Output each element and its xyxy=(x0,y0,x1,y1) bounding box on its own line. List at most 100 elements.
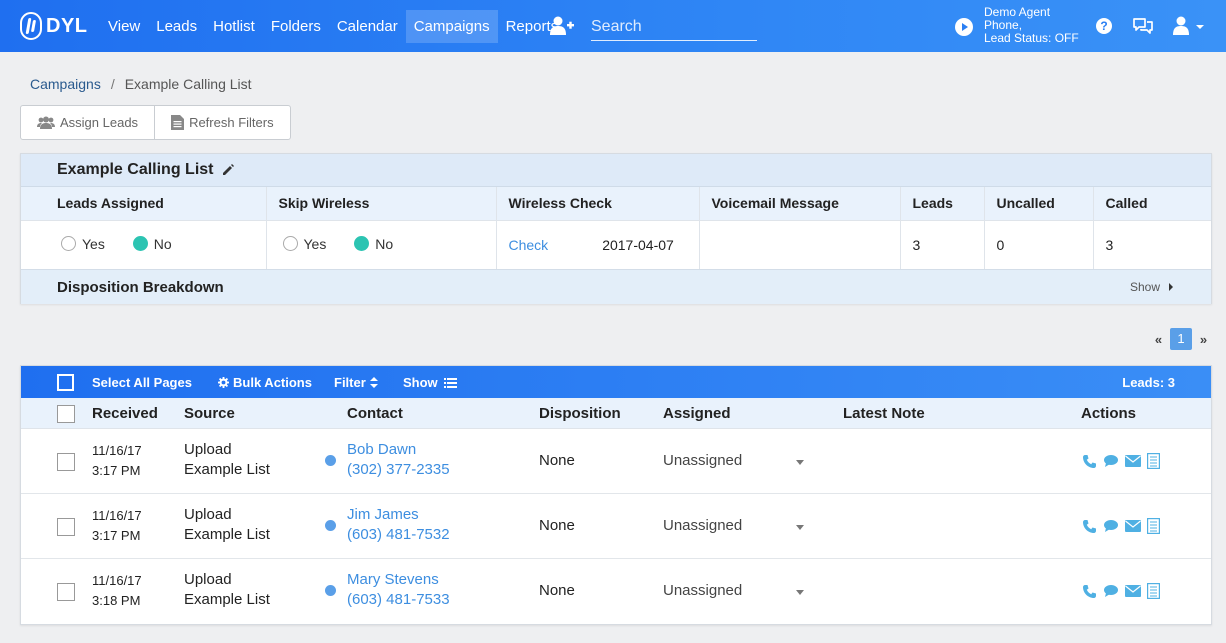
help-icon[interactable]: ? xyxy=(1096,18,1112,34)
pagination-prev[interactable]: « xyxy=(1150,332,1167,347)
breadcrumb-campaigns[interactable]: Campaigns xyxy=(30,76,101,92)
select-all-checkbox[interactable] xyxy=(57,374,74,391)
chat-icon[interactable] xyxy=(1133,17,1153,35)
chat-bubble-icon[interactable] xyxy=(1103,454,1119,468)
column-received[interactable]: Received xyxy=(92,405,158,422)
notes-icon[interactable] xyxy=(1147,518,1160,534)
skip-wireless-no-radio[interactable]: No xyxy=(354,236,393,252)
source-type: Upload xyxy=(184,441,232,458)
leads-assigned-no-radio[interactable]: No xyxy=(132,236,172,252)
refresh-filters-button[interactable]: Refresh Filters xyxy=(154,106,290,139)
leads-table: Select All Pages Bulk Actions Filter Sho… xyxy=(20,365,1212,625)
radio-circle-selected xyxy=(354,236,370,251)
search-field xyxy=(591,16,757,41)
disposition-show-toggle[interactable]: Show xyxy=(1130,280,1173,294)
radio-label: No xyxy=(375,235,394,252)
radio-circle xyxy=(61,236,76,251)
nav-item-folders[interactable]: Folders xyxy=(263,10,329,43)
phone-icon[interactable] xyxy=(1082,519,1097,534)
select-all-pages[interactable]: Select All Pages xyxy=(92,375,192,390)
lead-status: Lead Status: OFF xyxy=(984,31,1079,45)
phone-icon[interactable] xyxy=(1082,584,1097,599)
header-called: Called xyxy=(1093,187,1211,221)
leads-count-cell: 3 xyxy=(900,220,985,269)
chevron-down-icon[interactable] xyxy=(796,460,804,465)
leads-assigned-yes-radio[interactable]: Yes xyxy=(61,236,105,252)
header-leads-assigned: Leads Assigned xyxy=(21,187,267,221)
notes-icon[interactable] xyxy=(1147,583,1160,599)
bulk-actions-menu[interactable]: Bulk Actions xyxy=(218,375,312,390)
column-disposition[interactable]: Disposition xyxy=(539,405,621,422)
contact-phone-link[interactable]: (603) 481-7532 xyxy=(347,525,450,545)
row-checkbox[interactable] xyxy=(57,583,75,601)
email-icon[interactable] xyxy=(1125,585,1141,597)
main-nav: View Leads Hotlist Folders Calendar Camp… xyxy=(100,10,566,43)
pagination: « 1 » xyxy=(1150,328,1212,350)
leads-table-header: Received Source Contact Disposition Assi… xyxy=(21,398,1211,429)
received-time: 3:18 PM xyxy=(92,593,141,608)
source-list: Example List xyxy=(184,591,270,608)
header-skip-wireless: Skip Wireless xyxy=(266,187,497,221)
filter-label: Filter xyxy=(334,375,366,390)
bulk-actions-label: Bulk Actions xyxy=(233,375,312,390)
nav-item-calendar[interactable]: Calendar xyxy=(329,10,406,43)
column-source[interactable]: Source xyxy=(184,405,235,422)
contact-phone-link[interactable]: (302) 377-2335 xyxy=(347,460,450,480)
source-type: Upload xyxy=(184,571,232,588)
row-checkbox[interactable] xyxy=(57,518,75,536)
source-cell: Upload Example List xyxy=(184,440,270,480)
chevron-down-icon[interactable] xyxy=(796,590,804,595)
source-list: Example List xyxy=(184,461,270,478)
agent-status[interactable]: Demo Agent Phone, Lead Status: OFF xyxy=(984,6,1084,45)
column-contact[interactable]: Contact xyxy=(347,405,403,422)
disposition-cell: None xyxy=(539,452,575,469)
refresh-filters-label: Refresh Filters xyxy=(189,115,274,130)
contact-name-link[interactable]: Jim James xyxy=(347,505,450,525)
chevron-down-icon[interactable] xyxy=(796,525,804,530)
breadcrumb: Campaigns / Example Calling List xyxy=(30,76,252,92)
pencil-icon[interactable] xyxy=(222,164,235,176)
chat-bubble-icon[interactable] xyxy=(1103,519,1119,533)
email-icon[interactable] xyxy=(1125,455,1141,467)
called-count-cell: 3 xyxy=(1105,236,1114,253)
received-date: 11/16/17 xyxy=(92,573,142,588)
show-menu[interactable]: Show xyxy=(403,375,457,390)
row-checkbox[interactable] xyxy=(57,453,75,471)
disposition-breakdown-bar[interactable]: Disposition Breakdown Show xyxy=(21,269,1211,304)
skip-wireless-yes-radio[interactable]: Yes xyxy=(282,236,326,252)
email-icon[interactable] xyxy=(1125,520,1141,532)
filter-menu[interactable]: Filter xyxy=(334,375,378,390)
header-checkbox[interactable] xyxy=(57,405,75,423)
leads-count: Leads: 3 xyxy=(1122,375,1175,390)
row-actions xyxy=(1082,518,1166,534)
nav-item-view[interactable]: View xyxy=(100,10,148,43)
received-time: 3:17 PM xyxy=(92,528,141,543)
notes-icon[interactable] xyxy=(1147,453,1160,469)
table-row: 11/16/17 3:17 PM Upload Example List Jim… xyxy=(21,494,1211,559)
assign-leads-button[interactable]: Assign Leads xyxy=(21,106,154,139)
nav-item-leads[interactable]: Leads xyxy=(148,10,205,43)
column-latest-note[interactable]: Latest Note xyxy=(843,405,925,422)
contact-name-link[interactable]: Mary Stevens xyxy=(347,570,450,590)
chat-bubble-icon[interactable] xyxy=(1103,584,1119,598)
contact-name-link[interactable]: Bob Dawn xyxy=(347,440,450,460)
dyl-logo[interactable]: DYL xyxy=(20,11,88,41)
pagination-next[interactable]: » xyxy=(1195,332,1212,347)
row-actions xyxy=(1082,453,1166,469)
contact-phone-link[interactable]: (603) 481-7533 xyxy=(347,590,450,610)
search-input[interactable] xyxy=(591,16,757,38)
campaign-title-bar: Example Calling List xyxy=(21,154,1211,187)
play-icon[interactable] xyxy=(955,18,973,36)
pagination-page-1[interactable]: 1 xyxy=(1170,328,1192,350)
user-menu-icon[interactable] xyxy=(1173,16,1205,36)
phone-icon[interactable] xyxy=(1082,454,1097,469)
nav-item-hotlist[interactable]: Hotlist xyxy=(205,10,263,43)
add-user-icon[interactable] xyxy=(550,16,574,36)
campaign-summary-card: Example Calling List Leads Assigned Skip… xyxy=(20,153,1212,304)
wireless-check-link[interactable]: Check xyxy=(509,237,549,253)
nav-item-campaigns[interactable]: Campaigns xyxy=(405,10,498,43)
assigned-dropdown[interactable]: Unassigned xyxy=(663,517,742,534)
assigned-dropdown[interactable]: Unassigned xyxy=(663,582,742,599)
assigned-dropdown[interactable]: Unassigned xyxy=(663,452,742,469)
column-assigned[interactable]: Assigned xyxy=(663,405,731,422)
